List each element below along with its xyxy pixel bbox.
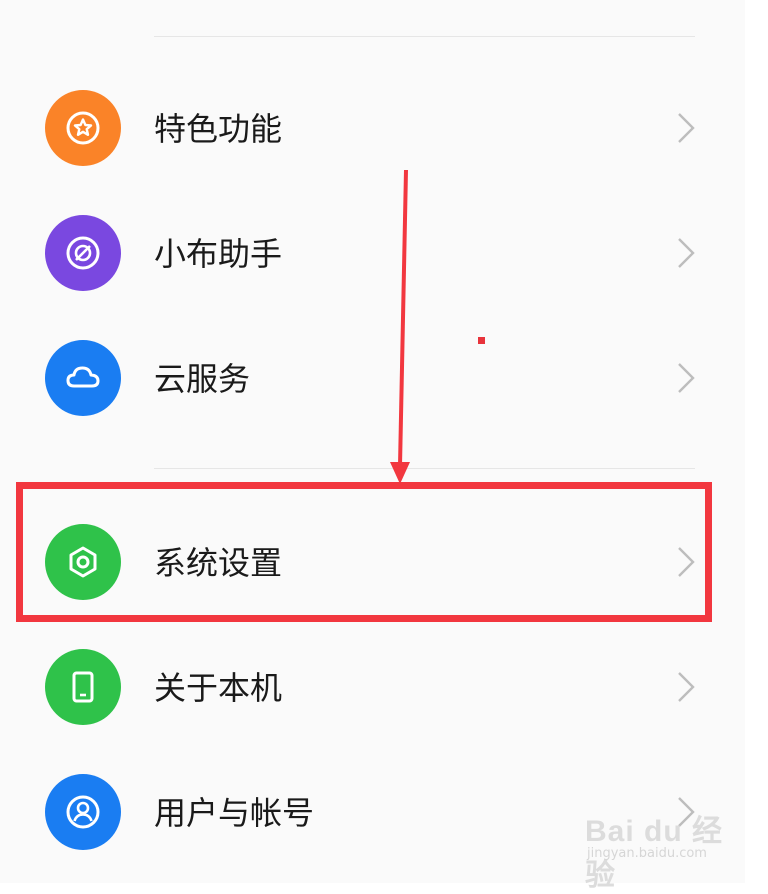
user-icon — [45, 774, 121, 850]
chevron-right-icon — [678, 363, 695, 393]
menu-item-about-phone[interactable]: 关于本机 — [0, 632, 745, 742]
chevron-right-icon — [678, 113, 695, 143]
chevron-right-icon — [678, 547, 695, 577]
chevron-right-icon — [678, 797, 695, 827]
settings-hexagon-icon — [45, 524, 121, 600]
menu-item-label: 关于本机 — [154, 669, 283, 707]
chevron-right-icon — [678, 672, 695, 702]
phone-icon — [45, 649, 121, 725]
divider — [154, 36, 695, 37]
menu-item-label: 用户与帐号 — [154, 794, 315, 832]
menu-item-features[interactable]: 特色功能 — [0, 73, 745, 183]
divider — [154, 468, 695, 469]
cloud-icon — [45, 340, 121, 416]
settings-screen: 特色功能 小布助手 云服务 系统设置 关于本机 用户与帐号 — [0, 0, 745, 883]
annotation-dot — [478, 337, 485, 344]
menu-item-system-settings[interactable]: 系统设置 — [0, 507, 745, 617]
menu-item-label: 系统设置 — [154, 544, 283, 582]
menu-item-users-accounts[interactable]: 用户与帐号 — [0, 757, 745, 867]
star-icon — [45, 90, 121, 166]
assistant-icon — [45, 215, 121, 291]
chevron-right-icon — [678, 238, 695, 268]
menu-item-label: 小布助手 — [154, 235, 283, 273]
menu-item-label: 特色功能 — [154, 110, 283, 148]
menu-item-label: 云服务 — [154, 360, 251, 398]
menu-item-cloud[interactable]: 云服务 — [0, 323, 745, 433]
menu-item-assistant[interactable]: 小布助手 — [0, 198, 745, 308]
right-margin — [745, 0, 768, 883]
